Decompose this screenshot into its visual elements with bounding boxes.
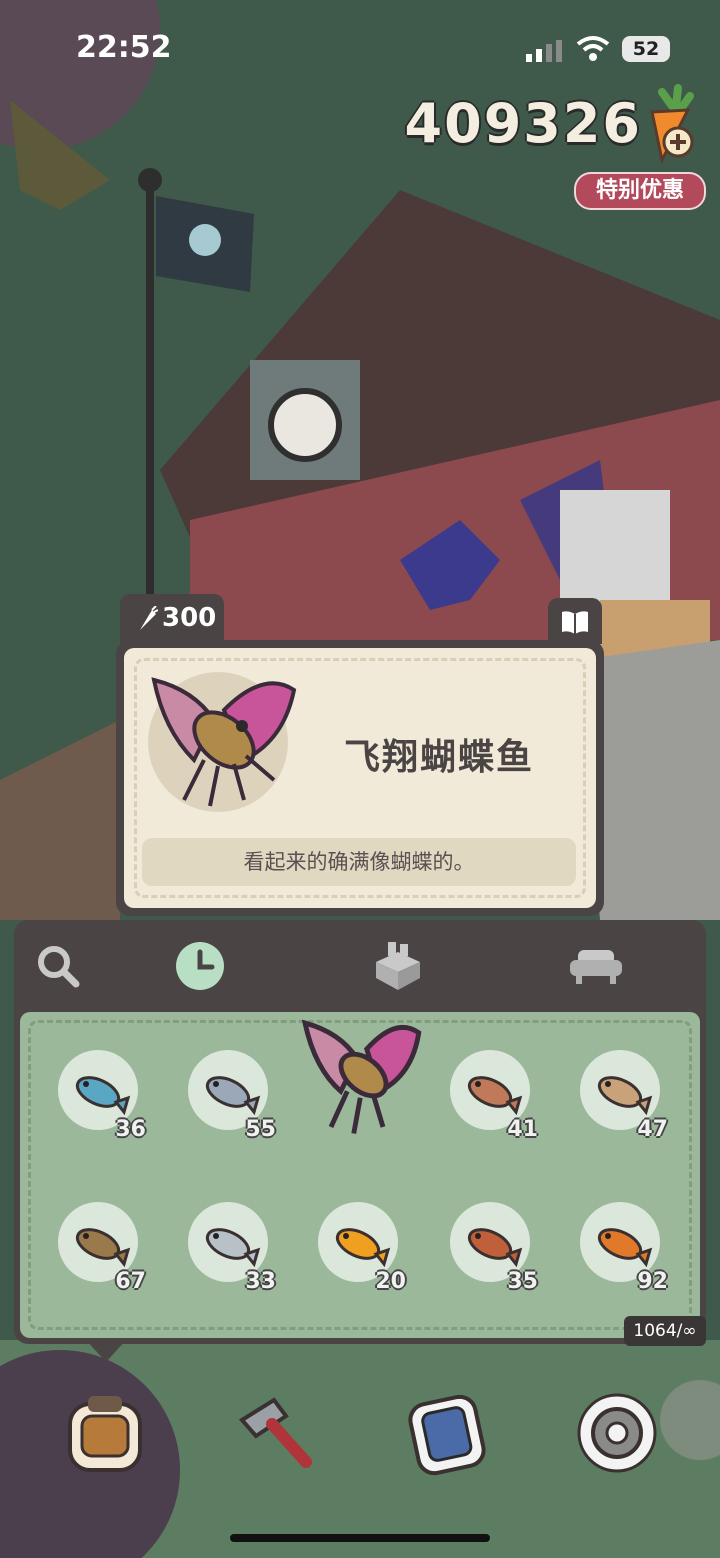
- inventory-slot-toad-fish[interactable]: 67: [58, 1202, 146, 1294]
- item-count: 55: [245, 1117, 276, 1142]
- status-bar: 22:52 52: [0, 0, 720, 96]
- signal-icon: [526, 40, 562, 62]
- sofa-icon[interactable]: [568, 938, 624, 994]
- item-count: 20: [375, 1269, 406, 1294]
- flying-butterfly-fish-icon: [301, 1019, 422, 1134]
- box-icon[interactable]: [370, 938, 426, 994]
- butterfly-fish-icon: [151, 677, 297, 807]
- clock-icon[interactable]: [172, 938, 228, 994]
- battery-indicator: 52: [622, 36, 670, 62]
- item-price: 300: [162, 603, 217, 633]
- inventory-slot-goldfish[interactable]: 20: [318, 1202, 406, 1294]
- item-info-card: 飞翔蝴蝶鱼 看起来的确满像蝴蝶的。: [116, 640, 604, 916]
- inventory-slot-koi[interactable]: 92: [580, 1202, 668, 1294]
- backpack-icon[interactable]: [62, 1390, 148, 1476]
- carrot-currency-amount: 409326: [404, 92, 642, 155]
- special-offer-button[interactable]: 特别优惠: [574, 172, 706, 210]
- inventory-grid: 36 55 41 47 67 33 20 35 92: [20, 1012, 700, 1338]
- carrot-icon: [140, 606, 158, 630]
- inventory-slot-flying-butterfly-fish[interactable]: [301, 1019, 422, 1134]
- item-description: 看起来的确满像蝴蝶的。: [142, 838, 576, 886]
- item-name: 飞翔蝴蝶鱼: [344, 737, 535, 778]
- inventory-tabs: [14, 920, 706, 1010]
- gear-icon[interactable]: [574, 1390, 660, 1476]
- inventory-slot-hermit-crab[interactable]: 47: [580, 1050, 668, 1142]
- item-count: 67: [115, 1269, 146, 1294]
- inventory-capacity: 1064/∞: [624, 1316, 706, 1346]
- wifi-icon: [576, 36, 610, 61]
- magnifier-icon[interactable]: [32, 938, 88, 994]
- book-icon: [562, 611, 588, 634]
- item-count: 41: [507, 1117, 538, 1142]
- inventory-slot-neon-tetra[interactable]: 36: [58, 1050, 146, 1142]
- inventory-slot-silver-tetra[interactable]: 55: [188, 1050, 276, 1142]
- panel-pointer: [86, 1340, 126, 1362]
- clock-time: 22:52: [76, 30, 172, 65]
- item-count: 36: [115, 1117, 146, 1142]
- home-indicator: [230, 1534, 490, 1542]
- inventory-slot-piranha[interactable]: 41: [450, 1050, 538, 1142]
- item-count: 47: [637, 1117, 668, 1142]
- item-price-tag: 300: [120, 594, 224, 644]
- carrot-plus-icon[interactable]: [632, 84, 702, 164]
- phone-icon[interactable]: [404, 1390, 490, 1476]
- inventory-panel: 36 55 41 47 67 33 20 35 92: [14, 920, 706, 1344]
- encyclopedia-button[interactable]: [548, 598, 602, 644]
- inventory-slot-sardine[interactable]: 33: [188, 1202, 276, 1294]
- inventory-slot-perch[interactable]: 35: [450, 1202, 538, 1294]
- item-count: 33: [245, 1269, 276, 1294]
- item-count: 92: [637, 1269, 668, 1294]
- butterfly-fish-portrait: [148, 672, 297, 812]
- hammer-icon[interactable]: [232, 1390, 318, 1476]
- item-count: 35: [507, 1269, 538, 1294]
